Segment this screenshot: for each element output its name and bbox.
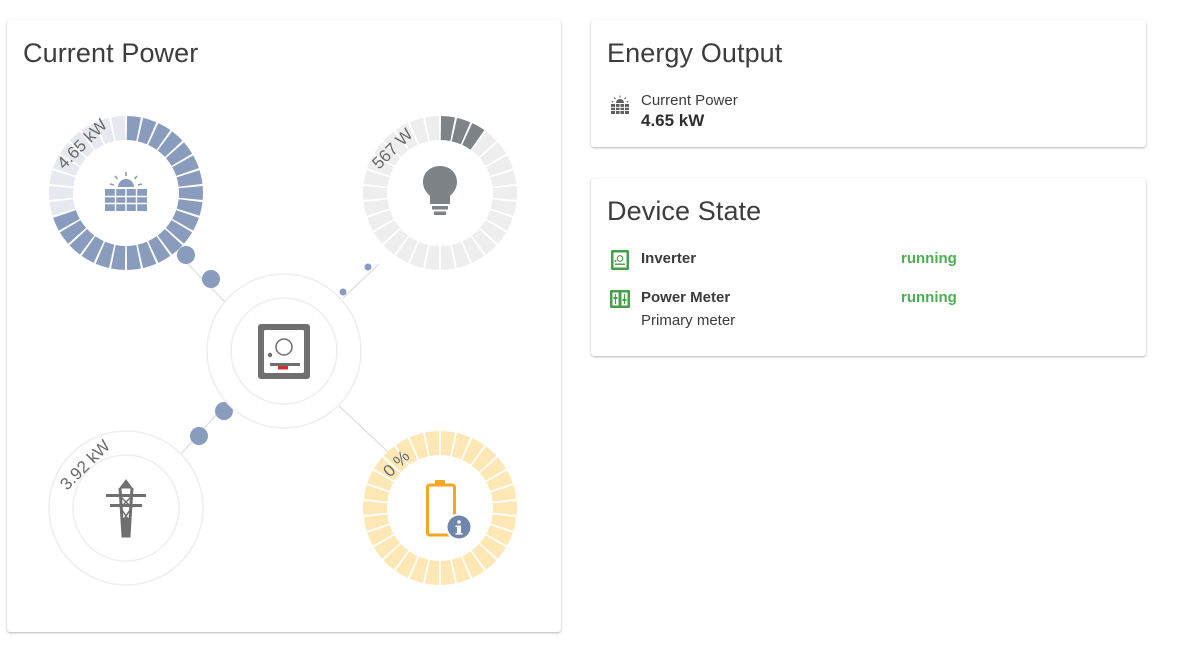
device-name: Power Meter (641, 289, 731, 306)
consumption-link-line (342, 263, 380, 299)
consumption-flow-dot (364, 263, 372, 271)
grid-node: 3.92 kW (48, 430, 204, 586)
energy-output-label: Current Power (641, 92, 738, 109)
solar-ring-segment (48, 186, 74, 200)
inverter-icon (611, 250, 629, 270)
solar-flow-dot (177, 246, 195, 264)
device-status: running (901, 289, 957, 306)
energy-output-value: 4.65 kW (641, 111, 705, 130)
info-icon[interactable] (445, 513, 473, 541)
device-state-card: Device State Inverter running Power Mete… (591, 178, 1146, 356)
device-detail: Primary meter (641, 312, 736, 329)
solar-ring-segment (178, 186, 203, 200)
battery-node: 0 % (362, 431, 517, 585)
battery-ring-center (388, 456, 492, 560)
current-power-card: Current Power 4.65 kW 567 W 3.92 kW 0 % (7, 20, 561, 632)
solar-flow-dot (202, 270, 220, 288)
device-name: Inverter (641, 250, 697, 267)
battery-link-line (336, 403, 389, 453)
inverter-node (206, 273, 362, 429)
energy-output-title: Energy Output (607, 38, 783, 68)
device-status: running (901, 250, 957, 267)
energy-output-card: Energy Output Current Power 4.65 kW (591, 20, 1146, 147)
grid-flow-dot (190, 427, 208, 445)
solar-node: 4.65 kW (48, 115, 203, 270)
consumption-node: 567 W (362, 116, 517, 270)
inverter-icon (258, 324, 310, 379)
consumption-ring-segment (492, 186, 517, 200)
battery-ring-segment (362, 501, 388, 515)
consumption-ring-segment (362, 186, 388, 200)
consumption-flow-dot (339, 288, 347, 296)
solar-panel-icon (611, 95, 629, 114)
battery-ring-segment (492, 501, 517, 515)
battery-ring-gauge (362, 431, 517, 585)
power-flow-diagram: 4.65 kW 567 W 3.92 kW 0 % (48, 115, 517, 586)
device-state-title: Device State (607, 196, 762, 226)
power-meter-icon (610, 290, 630, 308)
